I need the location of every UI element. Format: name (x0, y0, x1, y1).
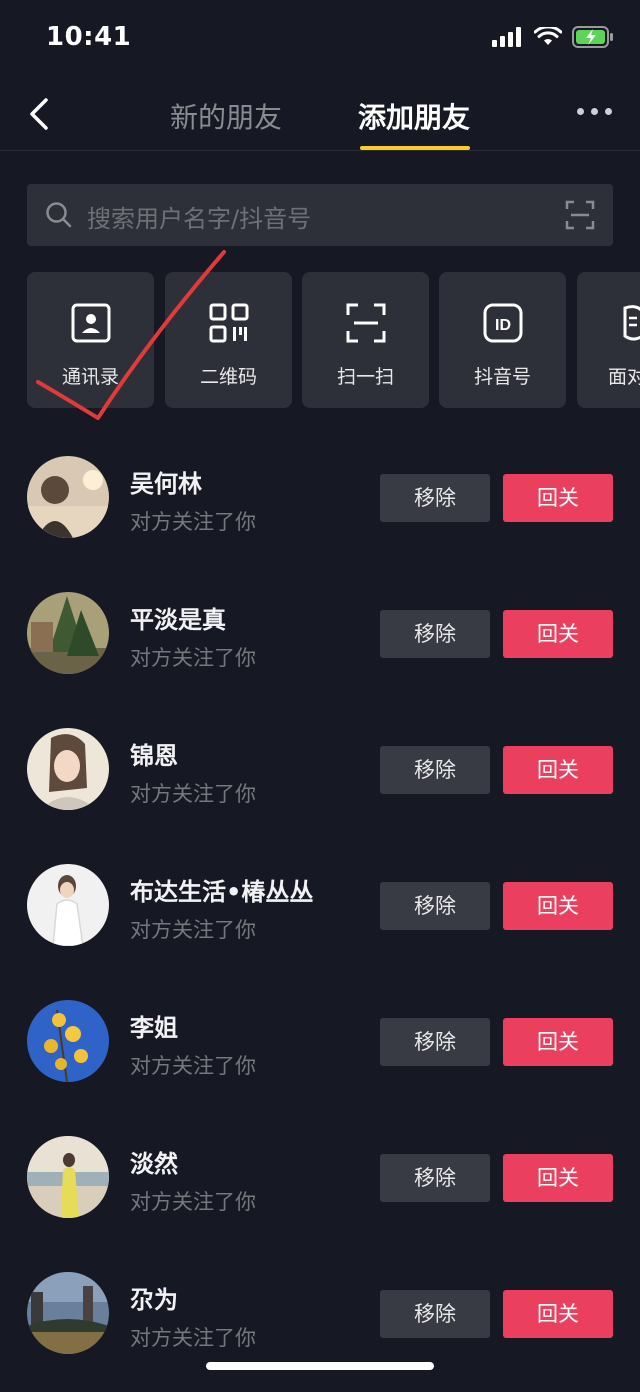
face-to-face-label: 面对 (608, 366, 640, 388)
contacts-label: 通讯录 (61, 366, 119, 388)
avatar (27, 592, 109, 674)
qr-code-icon (209, 303, 249, 343)
qr-code-tile[interactable]: 二维码 (165, 272, 292, 408)
user-status: 对方关注了你 (130, 1190, 256, 1214)
qr-code-label: 二维码 (199, 366, 257, 388)
tab-new-friends[interactable]: 新的朋友 (170, 96, 282, 136)
remove-button[interactable]: 移除 (380, 882, 490, 930)
list-item[interactable]: 布达生活•椿丛丛 对方关注了你 移除 回关 (0, 848, 640, 984)
remove-button[interactable]: 移除 (380, 610, 490, 658)
top-nav: 新的朋友 添加朋友 (0, 80, 640, 151)
list-item[interactable]: 淡然 对方关注了你 移除 回关 (0, 1120, 640, 1256)
follow-back-button[interactable]: 回关 (503, 746, 613, 794)
id-badge-icon: ID (483, 303, 523, 343)
follow-back-button[interactable]: 回关 (503, 474, 613, 522)
avatar (27, 1136, 109, 1218)
user-status: 对方关注了你 (130, 782, 256, 806)
avatar (27, 728, 109, 810)
user-status: 对方关注了你 (130, 918, 256, 942)
follow-back-button[interactable]: 回关 (503, 1018, 613, 1066)
avatar (27, 456, 109, 538)
remove-button[interactable]: 移除 (380, 1018, 490, 1066)
cellular-signal-icon (492, 27, 521, 47)
list-item[interactable]: 锦恩 对方关注了你 移除 回关 (0, 712, 640, 848)
list-item[interactable]: 李姐 对方关注了你 移除 回关 (0, 984, 640, 1120)
more-options-icon[interactable] (577, 108, 612, 115)
user-status: 对方关注了你 (130, 1326, 256, 1350)
search-input[interactable]: 搜索用户名字/抖音号 (87, 199, 311, 234)
face-to-face-icon (623, 305, 640, 341)
tab-add-friends[interactable]: 添加朋友 (358, 96, 470, 136)
scan-icon (346, 303, 386, 343)
user-status: 对方关注了你 (130, 1054, 256, 1078)
svg-text:ID: ID (495, 317, 511, 334)
user-name: 淡然 (130, 1150, 178, 1178)
active-tab-indicator (360, 146, 470, 150)
battery-charging-icon (572, 26, 613, 48)
user-name: 平淡是真 (130, 606, 226, 634)
status-icons (492, 26, 614, 48)
list-item[interactable]: 平淡是真 对方关注了你 移除 回关 (0, 576, 640, 712)
search-scan-icon[interactable] (565, 200, 595, 230)
follow-back-button[interactable]: 回关 (503, 610, 613, 658)
quick-actions: 通讯录 二维码 扫一扫 ID 抖音号 面对 (27, 272, 640, 412)
user-name: 李姐 (130, 1014, 178, 1042)
list-item[interactable]: 吴何林 对方关注了你 移除 回关 (0, 440, 640, 576)
user-status: 对方关注了你 (130, 646, 256, 670)
list-item[interactable]: 尕为 对方关注了你 移除 回关 (0, 1256, 640, 1392)
remove-button[interactable]: 移除 (380, 474, 490, 522)
status-time: 10:41 (46, 22, 132, 52)
follow-back-button[interactable]: 回关 (503, 882, 613, 930)
user-name: 尕为 (130, 1286, 178, 1314)
home-indicator[interactable] (206, 1362, 434, 1370)
face-to-face-tile[interactable]: 面对 (577, 272, 640, 408)
follow-back-button[interactable]: 回关 (503, 1154, 613, 1202)
avatar (27, 1000, 109, 1082)
avatar (27, 864, 109, 946)
wifi-icon (534, 27, 562, 45)
status-bar: 10:41 (0, 0, 640, 80)
remove-button[interactable]: 移除 (380, 1154, 490, 1202)
contact-card-icon (71, 303, 111, 343)
douyin-id-label: 抖音号 (473, 366, 531, 388)
back-arrow-icon[interactable] (24, 94, 60, 134)
search-bar[interactable]: 搜索用户名字/抖音号 (27, 184, 613, 246)
scan-tile[interactable]: 扫一扫 (302, 272, 429, 408)
scan-label: 扫一扫 (336, 366, 394, 388)
user-status: 对方关注了你 (130, 510, 256, 534)
remove-button[interactable]: 移除 (380, 1290, 490, 1338)
remove-button[interactable]: 移除 (380, 746, 490, 794)
contacts-tile[interactable]: 通讯录 (27, 272, 154, 408)
follow-back-button[interactable]: 回关 (503, 1290, 613, 1338)
avatar (27, 1272, 109, 1354)
user-name: 锦恩 (130, 742, 178, 770)
search-icon (46, 202, 72, 228)
user-name: 布达生活•椿丛丛 (130, 878, 314, 906)
douyin-id-tile[interactable]: ID 抖音号 (439, 272, 566, 408)
user-name: 吴何林 (130, 470, 202, 498)
